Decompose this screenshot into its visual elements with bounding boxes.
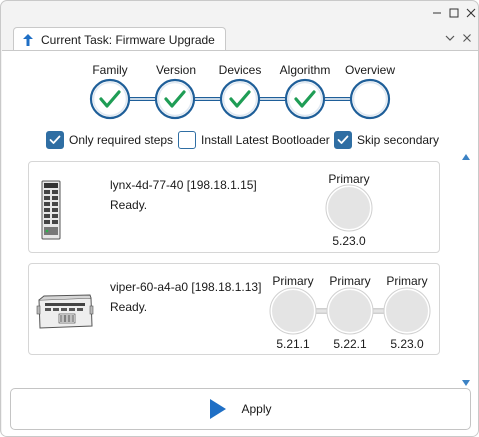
scroll-up-arrow-icon[interactable] (461, 153, 471, 161)
upload-arrow-icon (23, 33, 33, 46)
install-bootloader-label: Install Latest Bootloader (201, 133, 330, 147)
firmware-role: Primary (386, 274, 428, 288)
tab-list-button[interactable] (443, 31, 457, 45)
title-bar (1, 1, 478, 27)
play-icon (210, 399, 227, 419)
tab-current-task[interactable]: Current Task: Firmware Upgrade (13, 27, 226, 51)
firmware-bubble[interactable] (325, 184, 373, 232)
close-button[interactable] (463, 5, 478, 21)
checkmark-icon (337, 135, 349, 144)
close-icon (466, 8, 476, 18)
minimize-button[interactable] (429, 5, 445, 21)
step-devices[interactable] (219, 78, 261, 120)
device-card-lynx: lynx-4d-77-40 [198.18.1.15] Ready. Prima… (28, 161, 440, 253)
firmware-version: 5.23.0 (390, 337, 424, 351)
tab-close-button[interactable] (460, 31, 474, 45)
only-required-steps-checkbox[interactable] (46, 131, 64, 149)
device-status: Ready. (110, 300, 148, 314)
apply-label: Apply (241, 402, 272, 416)
step-algorithm[interactable] (284, 78, 326, 120)
maximize-button[interactable] (446, 5, 462, 21)
device-name: viper-60-a4-a0 [198.18.1.13] (110, 280, 262, 294)
minimize-icon (433, 12, 441, 14)
firmware-bubble[interactable] (383, 287, 431, 335)
close-icon (463, 34, 471, 42)
scroll-down-arrow-icon[interactable] (461, 379, 471, 387)
router-device-icon (36, 294, 94, 329)
device-name: lynx-4d-77-40 [198.18.1.15] (110, 178, 257, 192)
firmware-version: 5.23.0 (332, 234, 366, 248)
tab-label: Current Task: Firmware Upgrade (41, 32, 215, 47)
maximize-icon (449, 8, 459, 18)
checkmark-icon (49, 135, 61, 144)
firmware-bubble[interactable] (326, 287, 374, 335)
device-status: Ready. (110, 198, 148, 212)
firmware-bubble[interactable] (269, 287, 317, 335)
skip-secondary-checkbox[interactable] (334, 131, 352, 149)
task-panel: Family Version Devices Algorithm Overvie… (2, 50, 478, 436)
step-version[interactable] (154, 78, 196, 120)
only-required-steps-label: Only required steps (69, 133, 174, 147)
step-overview[interactable] (349, 78, 391, 120)
app-window: Current Task: Firmware Upgrade Family Ve… (0, 0, 479, 437)
device-card-viper: viper-60-a4-a0 [198.18.1.13] Ready. Prim… (28, 263, 440, 355)
switch-device-icon (41, 180, 61, 240)
chevron-down-icon (445, 35, 455, 41)
wizard-stepper (89, 78, 391, 120)
install-bootloader-checkbox[interactable] (178, 131, 196, 149)
apply-button[interactable]: Apply (10, 388, 471, 430)
step-family[interactable] (89, 78, 131, 120)
skip-secondary-label: Skip secondary (357, 133, 440, 147)
